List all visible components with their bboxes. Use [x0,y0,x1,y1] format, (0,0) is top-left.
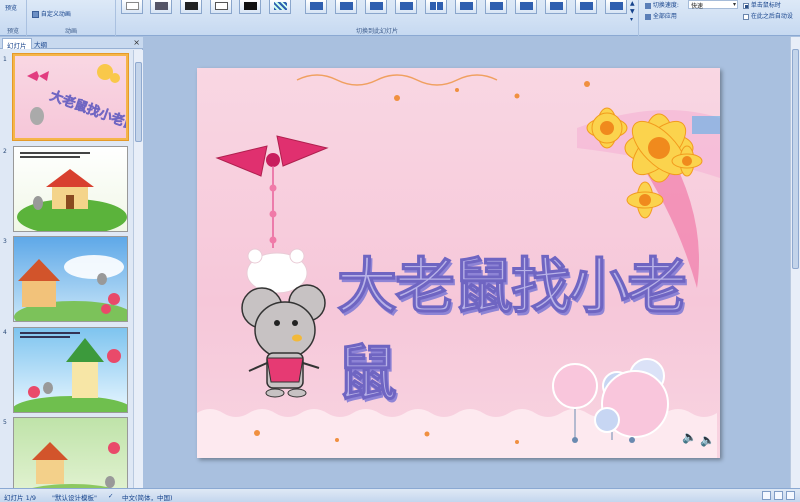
transition-wipe-up-button[interactable] [395,0,417,14]
normal-view-button[interactable] [762,491,771,500]
push-icon [550,2,563,10]
slide-4-preview [14,332,127,412]
arrow-up-icon [400,2,413,10]
slide-thumbnail-5[interactable] [13,417,128,488]
slide-1-preview: 大老鼠找小老鼠 [27,64,128,134]
slide-number: 3 [3,238,7,245]
transition-speed-value: 快速 [691,3,704,10]
gallery-scroll-up[interactable]: ▲ [630,0,635,7]
editor-scrollbar[interactable] [790,37,800,488]
transition-wipe-right-button[interactable] [365,0,387,14]
transition-split-button[interactable] [425,0,447,14]
slide-number: 2 [3,148,7,155]
arrow-right-icon [370,2,383,10]
cover-left-icon [610,2,623,10]
on-click-checkbox[interactable] [743,2,749,9]
transition-wipe-down-button[interactable] [305,0,327,14]
transition-wipe-left-button[interactable] [335,0,357,14]
slide-thumbnail-3[interactable] [13,236,128,322]
slide-number: 1 [3,56,7,63]
transition-fade-button[interactable] [150,0,172,14]
sound-icon[interactable]: 🔈 [682,430,697,444]
slide-2-preview [17,152,127,231]
transition-group-label: 切换到此幻灯片 [355,28,398,35]
animation-group-label: 动画 [64,28,77,35]
transition-cut-button[interactable] [210,0,232,14]
uncover-right-icon [520,2,533,10]
slide-3-preview [14,255,127,321]
preview-group-label: 预览 [6,28,19,35]
thumbnail-list: 1 大老鼠找小老鼠 2 3 4 5 [0,50,133,488]
transition-black-icon [185,2,198,10]
transition-cut-icon [215,2,228,10]
transition-fade-icon [155,2,168,10]
auto-after-checkbox[interactable] [743,13,749,20]
custom-animation-label: 自定义动画 [40,11,71,18]
transition-cover-left-button[interactable] [605,0,627,14]
scrollbar-thumb[interactable] [135,62,142,142]
theme-name: "默认设计模板" [52,494,97,502]
auto-after-option[interactable]: 在此之后自动设 [743,11,793,20]
transition-uncover-down-button[interactable] [455,0,477,14]
slide-thumbnail-1[interactable]: 大老鼠找小老鼠 [12,53,129,141]
transition-dissolve-icon [274,2,287,10]
sound-icon[interactable]: 🔈 [700,433,715,447]
status-bar: 幻灯片 1/9 "默认设计模板" ✓ 中文(简体，中国) [0,488,800,502]
scrollbar-thumb[interactable] [792,49,799,269]
transition-speed-select[interactable]: 快速 ▾ [688,0,738,10]
uncover-down-icon [460,2,473,10]
animation-group: 自定义动画 动画 [27,0,116,36]
slide-thumbnail-4[interactable] [13,327,128,413]
apply-all-icon [645,13,651,20]
transition-speed-label: 切换速度: [645,0,679,9]
apply-all-button[interactable]: 全部应用 [645,11,677,20]
transition-uncover-right-button[interactable] [515,0,537,14]
transition-cut-black-icon [244,2,257,10]
ribbon: 预览 预览 自定义动画 动画 ▲ ▼ ▾ 切换到此幻灯片 切换速度: 全部应用 … [0,0,800,36]
slide-counter: 幻灯片 1/9 [4,494,37,502]
gallery-scroll-down[interactable]: ▼ [630,8,635,15]
close-icon[interactable]: × [133,38,140,47]
gallery-more[interactable]: ▾ [630,16,633,23]
thumbnail-scrollbar[interactable] [133,50,143,488]
custom-animation-icon [32,11,39,18]
transition-push-button[interactable] [545,0,567,14]
slideshow-button[interactable] [786,491,795,500]
arrow-down-icon [310,2,323,10]
transition-uncover-left-button[interactable] [485,0,507,14]
preview-label: 预览 [5,5,18,12]
slide-title[interactable]: 大老鼠找小老鼠 [336,238,720,412]
transition-group: ▲ ▼ ▾ 切换到此幻灯片 [116,0,639,36]
transition-cover-button[interactable] [575,0,597,14]
slide-thumbnail-2[interactable] [13,146,128,232]
slide-sorter-button[interactable] [774,491,783,500]
spell-check-icon[interactable]: ✓ [108,492,113,500]
tab-outline[interactable]: 大纲 [30,38,51,49]
transition-dissolve-button[interactable] [269,0,291,14]
slide-number: 5 [3,419,7,426]
language-indicator[interactable]: 中文(简体，中国) [122,492,173,502]
on-click-option[interactable]: 单击鼠标时 [743,0,781,9]
slides-panel: 幻灯片 大纲 × 1 大老鼠找小老鼠 2 3 4 5 [0,37,143,488]
panel-tabs: 幻灯片 大纲 × [0,37,143,50]
transition-fade-black-button[interactable] [180,0,202,14]
arrow-left-icon [340,2,353,10]
transition-none-icon [126,2,139,10]
transition-split-icon [430,2,443,10]
custom-animation-button[interactable]: 自定义动画 [32,9,71,18]
svg-text:大老鼠找小老鼠: 大老鼠找小老鼠 [48,88,128,134]
chevron-down-icon: ▾ [732,1,736,8]
transition-cut-black-button[interactable] [239,0,261,14]
slide-5-preview [32,442,120,488]
speed-icon [645,2,651,9]
preview-button[interactable]: 预览 [5,3,17,12]
cover-icon [580,2,593,10]
transition-none-button[interactable] [121,0,143,14]
current-slide[interactable]: 大老鼠找小老鼠 🔈 🔈 [197,68,720,458]
uncover-left-icon [490,2,503,10]
preview-group: 预览 预览 [0,0,27,36]
slide-number: 4 [3,329,7,336]
tab-slides[interactable]: 幻灯片 [2,38,32,50]
